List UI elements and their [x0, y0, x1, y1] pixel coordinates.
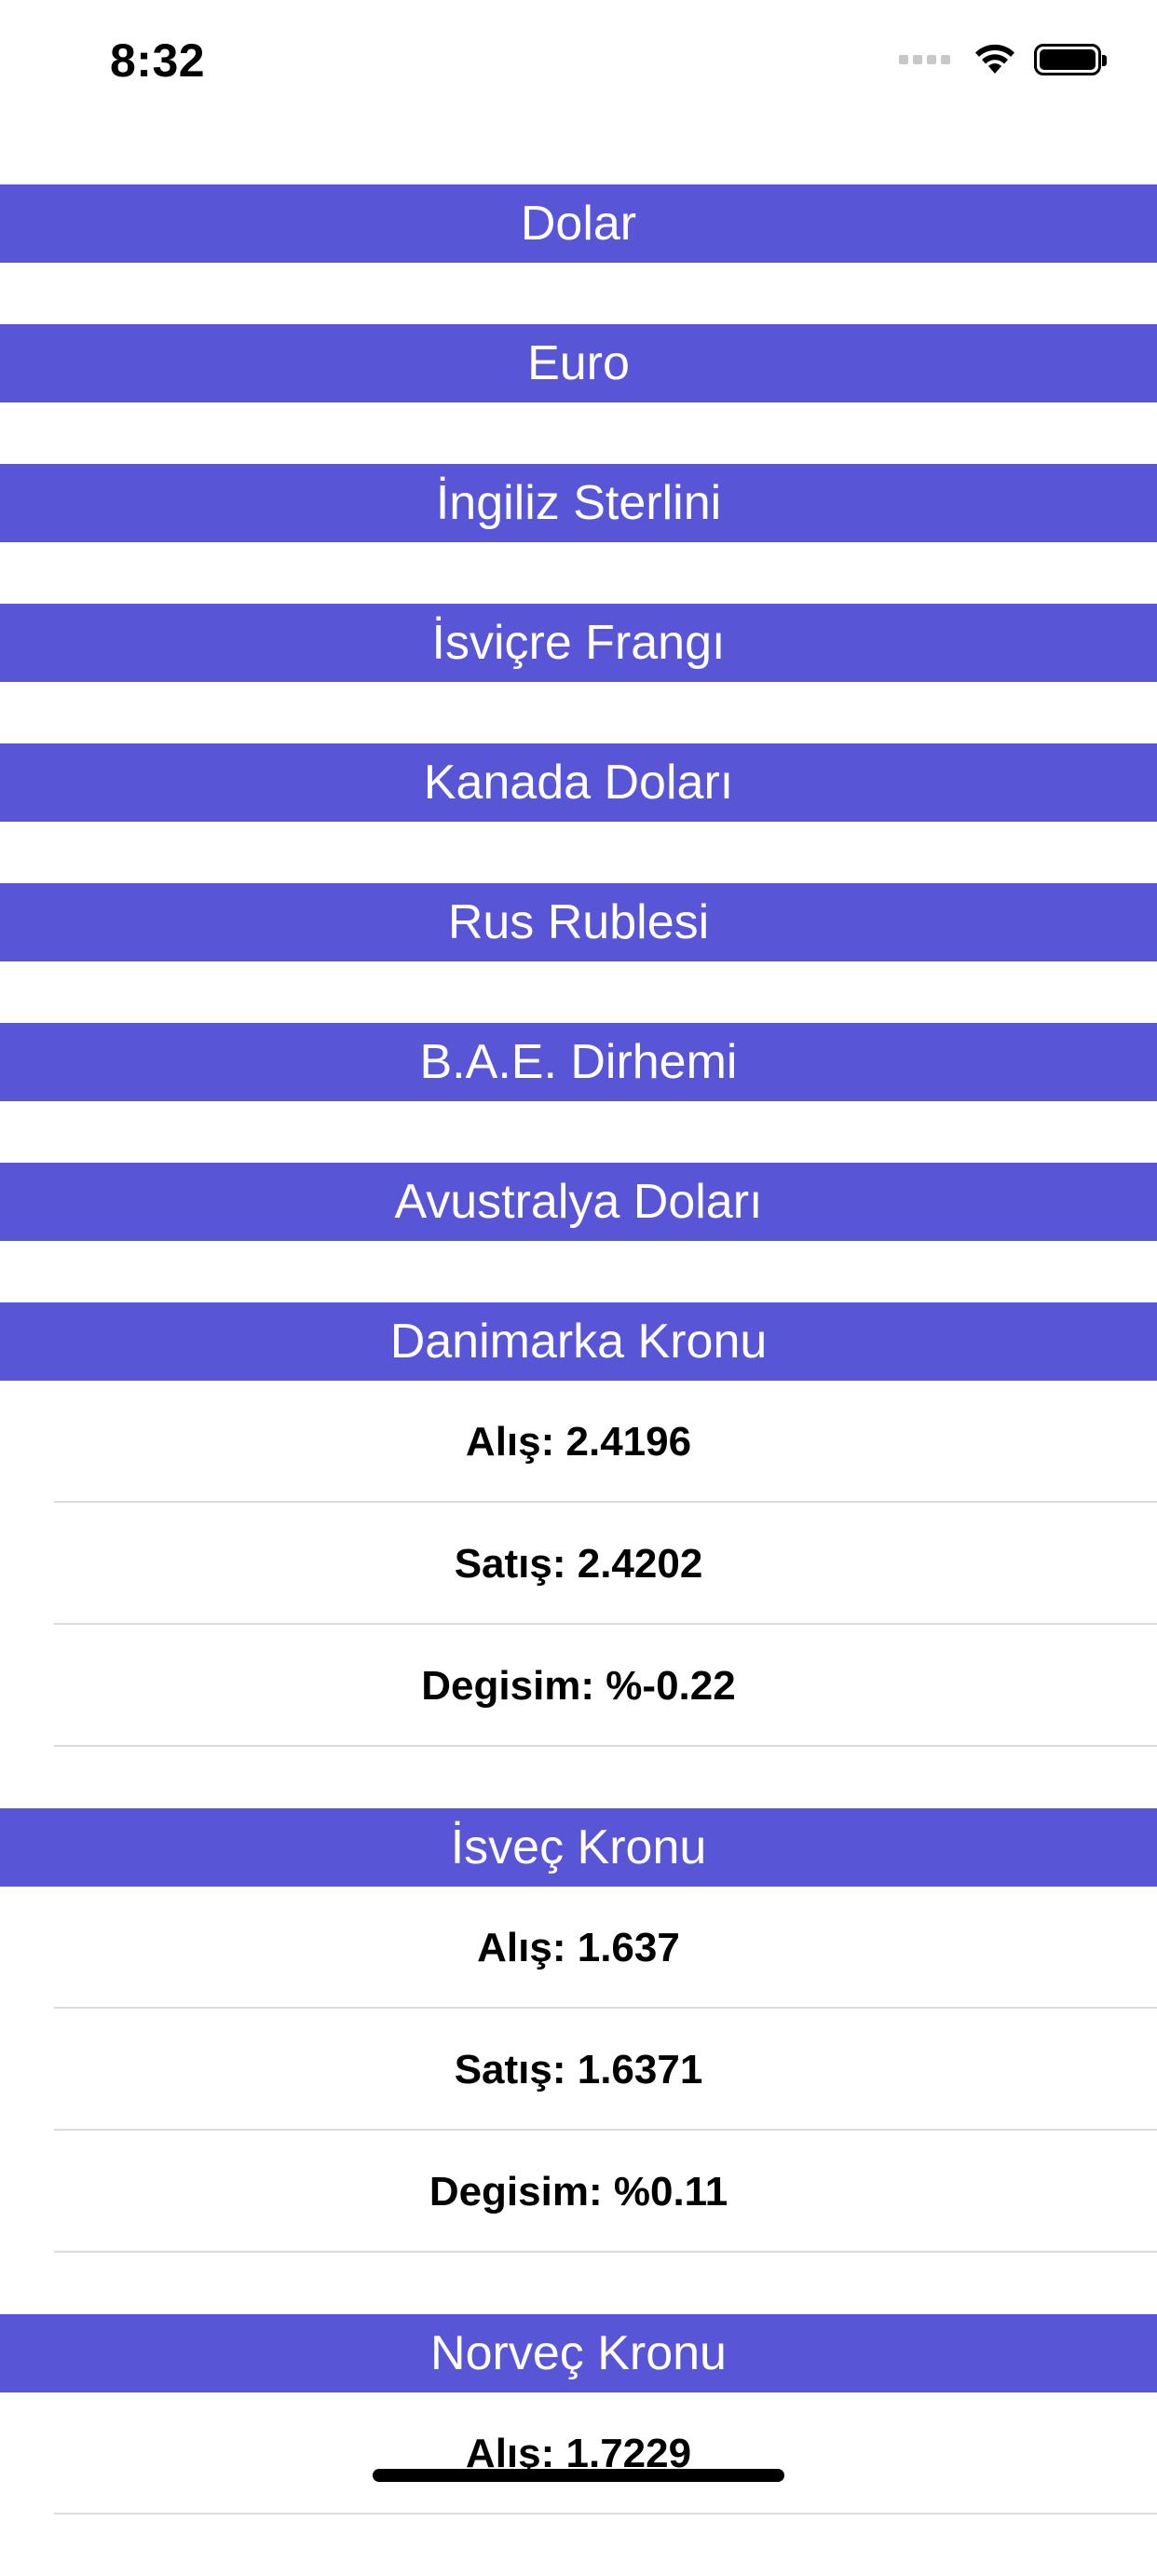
currency-header-dolar[interactable]: Dolar	[0, 184, 1157, 263]
currency-section: Norveç Kronu Alış: 1.7229	[0, 2314, 1157, 2515]
currency-header-danimarka-kronu[interactable]: Danimarka Kronu	[0, 1302, 1157, 1381]
currency-section: İsveç Kronu Alış: 1.637 Satış: 1.6371 De…	[0, 1808, 1157, 2253]
currency-header-rus-rublesi[interactable]: Rus Rublesi	[0, 883, 1157, 961]
buy-rate-row: Alış: 1.7229	[0, 2392, 1157, 2515]
currency-list[interactable]: Dolar Euro İngiliz Sterlini İsviçre Fran…	[0, 184, 1157, 2576]
currency-header-norvec-kronu[interactable]: Norveç Kronu	[0, 2314, 1157, 2392]
currency-section: Avustralya Doları	[0, 1163, 1157, 1241]
battery-icon	[1034, 44, 1107, 75]
currency-section: Kanada Doları	[0, 743, 1157, 822]
change-rate-row: Degisim: %0.11	[0, 2131, 1157, 2253]
currency-section: İsviçre Frangı	[0, 604, 1157, 682]
buy-rate-row: Alış: 1.637	[0, 1887, 1157, 2009]
currency-section: İngiliz Sterlini	[0, 464, 1157, 542]
home-indicator[interactable]	[373, 2469, 784, 2482]
currency-header-kanada-dolari[interactable]: Kanada Doları	[0, 743, 1157, 822]
currency-header-isvec-kronu[interactable]: İsveç Kronu	[0, 1808, 1157, 1887]
sell-rate-row: Satış: 2.4202	[0, 1503, 1157, 1625]
status-bar: 8:32	[0, 0, 1157, 130]
currency-section: Dolar	[0, 184, 1157, 263]
currency-header-ingiliz-sterlini[interactable]: İngiliz Sterlini	[0, 464, 1157, 542]
buy-rate-row: Alış: 2.4196	[0, 1381, 1157, 1503]
currency-header-euro[interactable]: Euro	[0, 324, 1157, 402]
currency-header-bae-dirhemi[interactable]: B.A.E. Dirhemi	[0, 1023, 1157, 1101]
currency-section: B.A.E. Dirhemi	[0, 1023, 1157, 1101]
sell-rate-row: Satış: 1.6371	[0, 2009, 1157, 2131]
currency-section: Rus Rublesi	[0, 883, 1157, 961]
wifi-icon	[975, 44, 1014, 74]
status-icons	[899, 43, 1107, 76]
currency-header-avustralya-dolari[interactable]: Avustralya Doları	[0, 1163, 1157, 1241]
cellular-signal-icon	[899, 55, 950, 64]
change-rate-row: Degisim: %-0.22	[0, 1625, 1157, 1747]
currency-section: Euro	[0, 324, 1157, 402]
currency-section: Danimarka Kronu Alış: 2.4196 Satış: 2.42…	[0, 1302, 1157, 1747]
status-time: 8:32	[110, 34, 206, 87]
currency-header-isvicre-frangi[interactable]: İsviçre Frangı	[0, 604, 1157, 682]
